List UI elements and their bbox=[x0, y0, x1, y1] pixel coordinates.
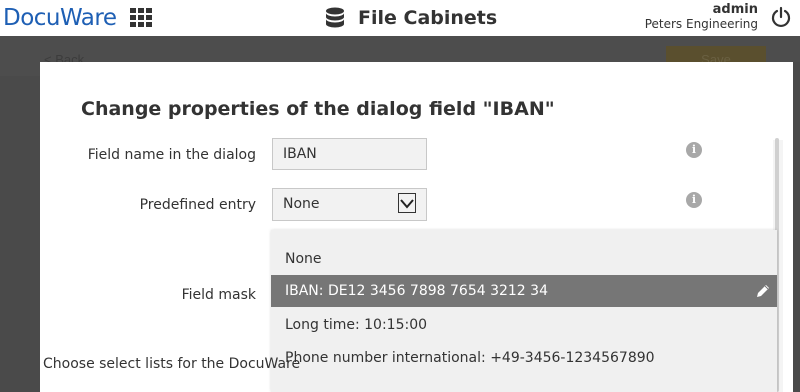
info-icon[interactable]: i bbox=[686, 192, 702, 208]
power-icon[interactable] bbox=[770, 6, 792, 28]
field-properties-dialog: Change properties of the dialog field "I… bbox=[40, 62, 793, 392]
top-bar: DocuWare File Cabinets admin Peters Engi… bbox=[0, 0, 800, 36]
dropdown-option-phone[interactable]: Phone number international: +49-3456-123… bbox=[271, 342, 777, 374]
select-lists-label: Choose select lists for the DocuWare bbox=[43, 356, 301, 372]
chevron-down-glyph bbox=[400, 199, 414, 209]
overlay-edge bbox=[793, 62, 800, 382]
page-title: File Cabinets bbox=[358, 7, 498, 29]
docuware-logo[interactable]: DocuWare bbox=[3, 5, 117, 31]
field-mask-dropdown: None IBAN: DE12 3456 7898 7654 3212 34 L… bbox=[271, 230, 777, 392]
field-name-label: Field name in the dialog bbox=[87, 147, 256, 163]
dropdown-option-long-time[interactable]: Long time: 10:15:00 bbox=[271, 309, 777, 341]
user-name[interactable]: admin bbox=[713, 2, 758, 17]
info-icon[interactable]: i bbox=[686, 142, 702, 158]
dropdown-option-iban[interactable]: IBAN: DE12 3456 7898 7654 3212 34 bbox=[271, 275, 777, 307]
predefined-entry-label: Predefined entry bbox=[139, 197, 256, 213]
pencil-icon[interactable] bbox=[755, 283, 771, 299]
chevron-down-icon[interactable] bbox=[398, 193, 416, 213]
organization-name: Peters Engineering bbox=[644, 17, 758, 31]
dropdown-option-label: IBAN: DE12 3456 7898 7654 3212 34 bbox=[285, 283, 548, 299]
field-mask-label: Field mask bbox=[181, 287, 256, 303]
dialog-title: Change properties of the dialog field "I… bbox=[81, 98, 555, 120]
predefined-entry-value: None bbox=[283, 196, 320, 212]
app-grid-icon[interactable] bbox=[130, 8, 152, 28]
field-name-input[interactable]: IBAN bbox=[272, 138, 427, 170]
dropdown-option-none[interactable]: None bbox=[271, 243, 777, 275]
database-icon bbox=[326, 7, 344, 28]
